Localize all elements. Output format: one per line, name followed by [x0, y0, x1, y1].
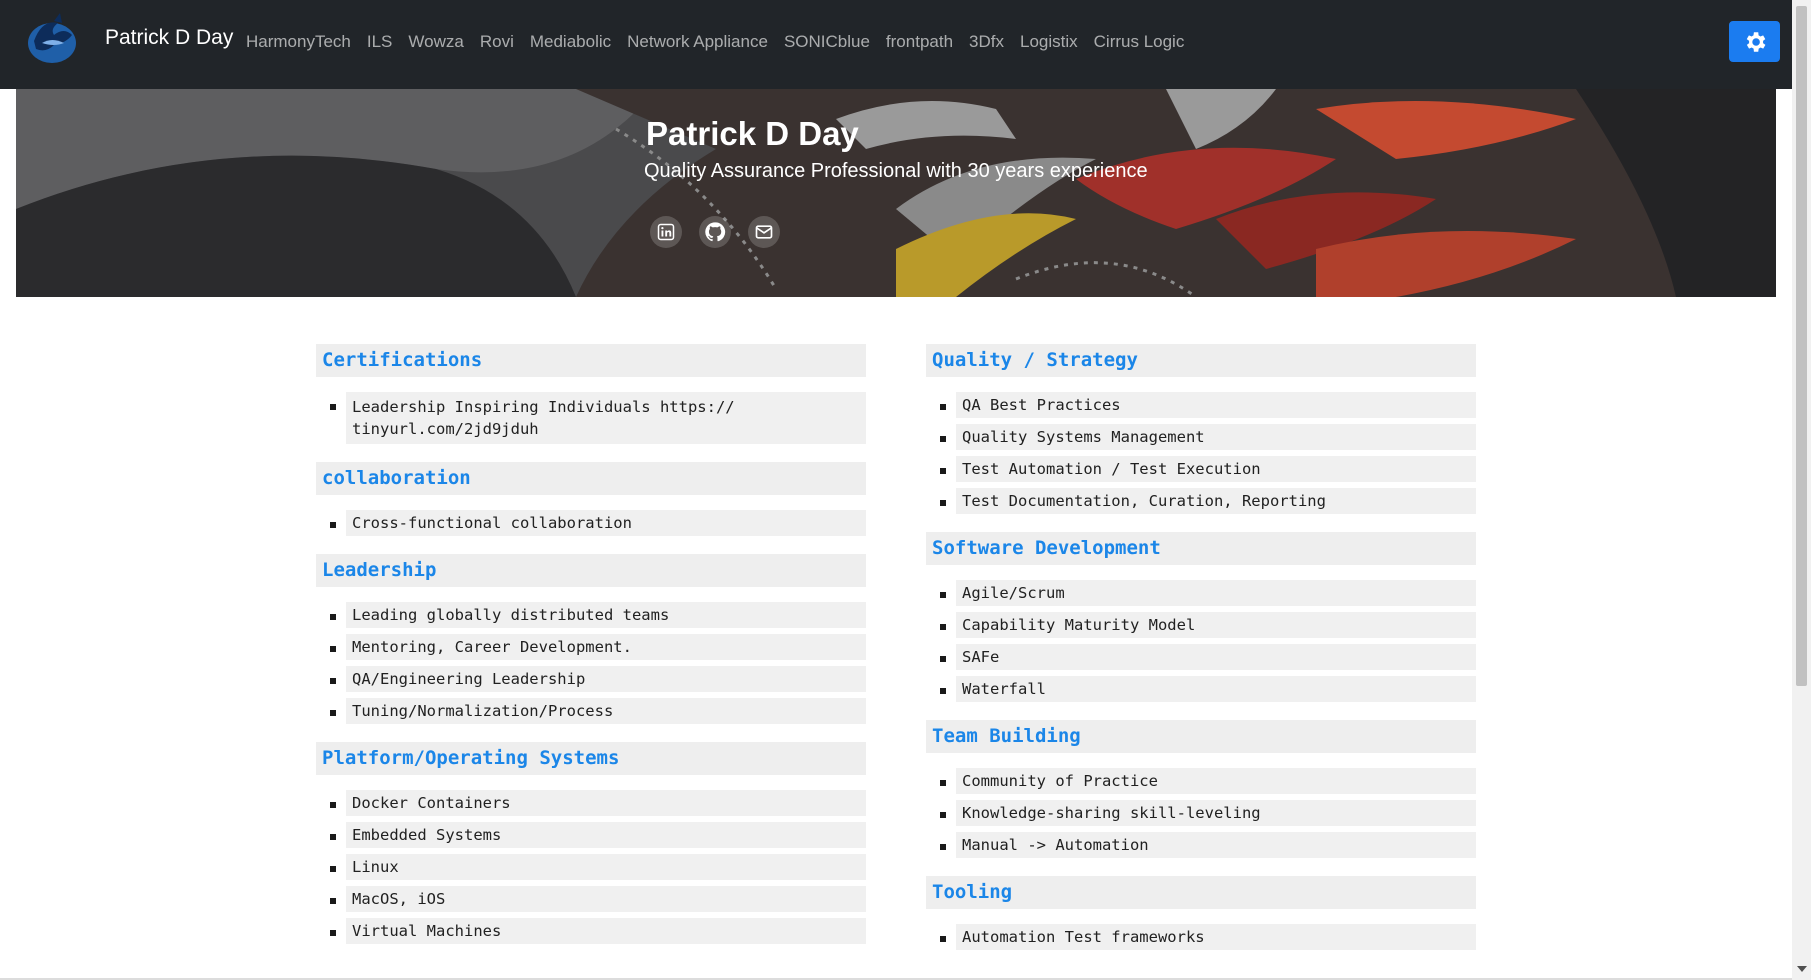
list-item: Linux: [330, 854, 866, 880]
top-navbar: Patrick D Day HarmonyTech ILS Wowza Rovi…: [0, 0, 1792, 89]
nav-link-harmonytech[interactable]: HarmonyTech: [246, 32, 351, 52]
nav-links: HarmonyTech ILS Wowza Rovi Mediabolic Ne…: [246, 32, 1200, 52]
section-title: Leadership: [316, 554, 866, 587]
section-quality-strategy: Quality / Strategy QA Best Practices Qua…: [926, 344, 1476, 514]
hero-subtitle: Quality Assurance Professional with 30 y…: [644, 160, 1148, 182]
mail-icon: [755, 225, 773, 239]
gear-icon: [1746, 31, 1765, 52]
list-item: Waterfall: [940, 676, 1476, 702]
email-link[interactable]: [748, 216, 780, 248]
section-software-development: Software Development Agile/Scrum Capabil…: [926, 532, 1476, 702]
section-title: Team Building: [926, 720, 1476, 753]
linkedin-icon: [657, 223, 675, 241]
section-title: collaboration: [316, 462, 866, 495]
section-title: Quality / Strategy: [926, 344, 1476, 377]
brand-name[interactable]: Patrick D Day: [105, 26, 233, 50]
scroll-down-arrow-icon[interactable]: [1797, 966, 1807, 972]
vertical-scrollbar[interactable]: [1792, 0, 1811, 980]
skills-column-right: Quality / Strategy QA Best Practices Qua…: [926, 344, 1476, 968]
list-item: Docker Containers: [330, 790, 866, 816]
section-leadership: Leadership Leading globally distributed …: [316, 554, 866, 724]
hero-background-image: [16, 89, 1776, 297]
list-item: Virtual Machines: [330, 918, 866, 944]
list-item: Knowledge-sharing skill-leveling: [940, 800, 1476, 826]
nav-link-3dfx[interactable]: 3Dfx: [969, 32, 1004, 52]
section-team-building: Team Building Community of Practice Know…: [926, 720, 1476, 858]
list-item: Cross-functional collaboration: [330, 510, 866, 536]
list-item: Test Automation / Test Execution: [940, 456, 1476, 482]
list-item: Quality Systems Management: [940, 424, 1476, 450]
list-item: Manual -> Automation: [940, 832, 1476, 858]
skills-column-left: Certifications Leadership Inspiring Indi…: [316, 344, 866, 962]
list-item: Tuning/Normalization/Process: [330, 698, 866, 724]
list-item: Mentoring, Career Development.: [330, 634, 866, 660]
github-icon: [705, 222, 726, 242]
list-item: Leading globally distributed teams: [330, 602, 866, 628]
nav-link-ils[interactable]: ILS: [367, 32, 393, 52]
nav-link-rovi[interactable]: Rovi: [480, 32, 514, 52]
list-item: Test Documentation, Curation, Reporting: [940, 488, 1476, 514]
section-certifications: Certifications Leadership Inspiring Indi…: [316, 344, 866, 444]
nav-link-frontpath[interactable]: frontpath: [886, 32, 953, 52]
github-link[interactable]: [699, 216, 731, 248]
linkedin-link[interactable]: [650, 216, 682, 248]
list-item: Embedded Systems: [330, 822, 866, 848]
scrollbar-thumb[interactable]: [1796, 6, 1807, 686]
nav-link-network-appliance[interactable]: Network Appliance: [627, 32, 768, 52]
nav-link-logistix[interactable]: Logistix: [1020, 32, 1078, 52]
section-title: Certifications: [316, 344, 866, 377]
hero-title: Patrick D Day: [646, 115, 859, 152]
section-title: Software Development: [926, 532, 1476, 565]
nav-link-mediabolic[interactable]: Mediabolic: [530, 32, 611, 52]
settings-button[interactable]: [1729, 21, 1780, 62]
list-item: Leadership Inspiring Individuals https:/…: [330, 392, 866, 444]
list-item: Agile/Scrum: [940, 580, 1476, 606]
list-item: Capability Maturity Model: [940, 612, 1476, 638]
list-item: MacOS, iOS: [330, 886, 866, 912]
section-tooling: Tooling Automation Test frameworks: [926, 876, 1476, 950]
section-collaboration: collaboration Cross-functional collabora…: [316, 462, 866, 536]
list-item: Automation Test frameworks: [940, 924, 1476, 950]
list-item: QA Best Practices: [940, 392, 1476, 418]
nav-link-cirrus-logic[interactable]: Cirrus Logic: [1094, 32, 1185, 52]
brand-logo-icon[interactable]: [24, 13, 80, 65]
section-title: Tooling: [926, 876, 1476, 909]
nav-link-wowza[interactable]: Wowza: [408, 32, 463, 52]
nav-link-sonicblue[interactable]: SONICblue: [784, 32, 870, 52]
section-title: Platform/Operating Systems: [316, 742, 866, 775]
list-item: Community of Practice: [940, 768, 1476, 794]
list-item: QA/Engineering Leadership: [330, 666, 866, 692]
section-platform-operating-systems: Platform/Operating Systems Docker Contai…: [316, 742, 866, 944]
list-item: SAFe: [940, 644, 1476, 670]
hero-banner: [16, 89, 1776, 297]
